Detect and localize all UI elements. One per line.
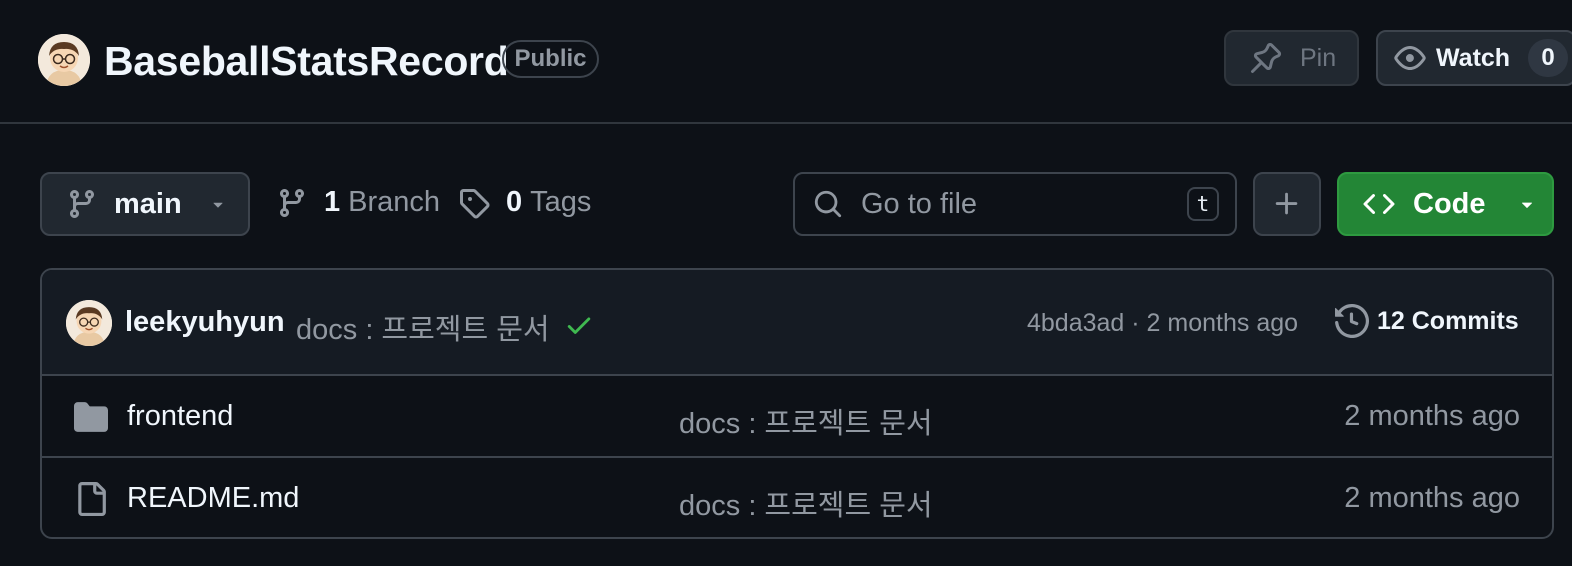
keyboard-shortcut-hint: t (1187, 187, 1219, 221)
git-branch-icon (66, 188, 98, 220)
chevron-down-icon (1516, 193, 1538, 215)
header-divider (0, 122, 1572, 124)
file-date: 2 months ago (1344, 482, 1520, 514)
tag-label: Tags (530, 186, 592, 218)
code-label: Code (1413, 187, 1486, 220)
branches-link[interactable]: 1 Branch (276, 186, 440, 219)
pin-icon (1250, 42, 1282, 74)
history-icon (1335, 304, 1369, 338)
watch-count: 0 (1528, 39, 1569, 77)
branch-name: main (114, 187, 182, 220)
branch-count: 1 (324, 186, 341, 218)
file-date: 2 months ago (1344, 400, 1520, 432)
file-row[interactable]: frontend docs : 프로젝트 문서 2 months ago (42, 376, 1552, 458)
file-name[interactable]: frontend (127, 400, 233, 433)
watch-button[interactable]: Watch 0 (1376, 30, 1572, 86)
commit-hash-time[interactable]: 4bda3ad · 2 months ago (1027, 309, 1298, 338)
file-commit-message[interactable]: docs : 프로젝트 문서 (679, 400, 933, 442)
check-icon[interactable] (564, 310, 594, 340)
file-commit-message[interactable]: docs : 프로젝트 문서 (679, 482, 933, 524)
commit-message[interactable]: docs : 프로젝트 문서 (296, 306, 550, 348)
go-to-file-input[interactable]: Go to file t (793, 172, 1237, 236)
commit-author[interactable]: leekyuhyun (125, 306, 285, 339)
search-icon (813, 189, 843, 219)
file-name[interactable]: README.md (127, 482, 299, 515)
pin-button[interactable]: Pin (1224, 30, 1359, 86)
git-branch-icon (276, 187, 308, 219)
pin-label: Pin (1300, 43, 1337, 72)
author-avatar[interactable] (66, 300, 112, 346)
tag-icon (458, 187, 490, 219)
code-icon (1363, 188, 1395, 220)
eye-icon (1394, 42, 1426, 74)
repo-name[interactable]: BaseballStatsRecord (104, 36, 509, 86)
latest-commit-bar: leekyuhyun docs : 프로젝트 문서 4bda3ad · 2 mo… (42, 270, 1552, 376)
visibility-badge: Public (502, 40, 599, 78)
search-placeholder: Go to file (861, 187, 978, 220)
tags-link[interactable]: 0 Tags (458, 186, 591, 219)
file-icon (74, 482, 108, 516)
commits-link[interactable]: 12 Commits (1335, 304, 1519, 338)
commits-label: 12 Commits (1377, 306, 1519, 335)
watch-label: Watch (1436, 43, 1511, 72)
branch-label: Branch (348, 186, 441, 218)
file-row[interactable]: README.md docs : 프로젝트 문서 2 months ago (42, 458, 1552, 537)
branch-select-button[interactable]: main (40, 172, 250, 236)
add-file-button[interactable] (1253, 172, 1321, 236)
owner-avatar[interactable] (38, 34, 90, 86)
plus-icon (1272, 189, 1302, 219)
folder-icon (74, 400, 108, 434)
chevron-down-icon (208, 194, 228, 214)
code-button[interactable]: Code (1337, 172, 1554, 236)
tag-count: 0 (506, 186, 523, 218)
file-table: leekyuhyun docs : 프로젝트 문서 4bda3ad · 2 mo… (40, 268, 1554, 539)
